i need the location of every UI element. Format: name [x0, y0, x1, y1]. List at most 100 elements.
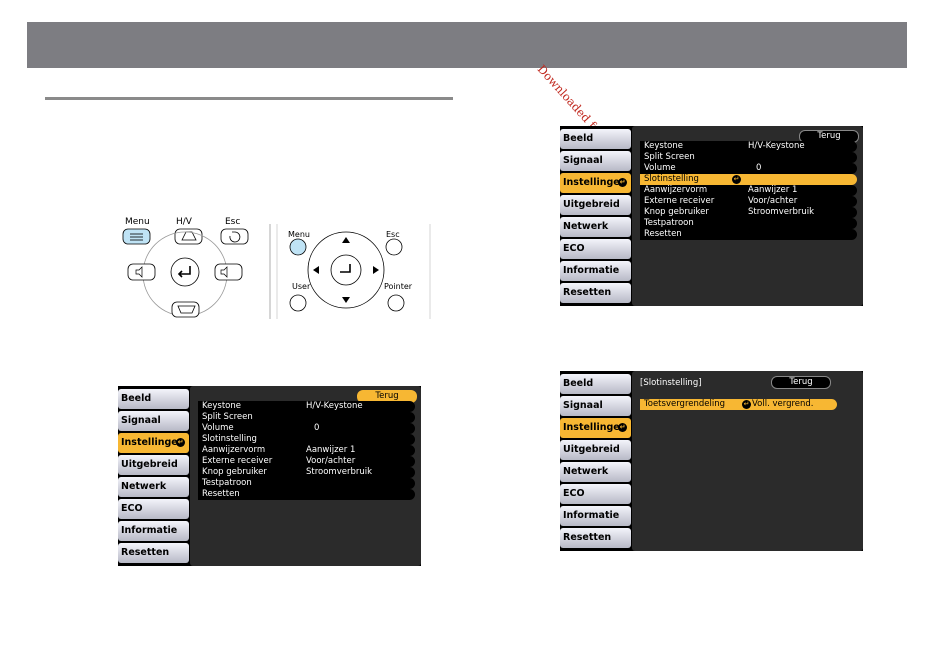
- row-label: Volume: [202, 423, 234, 433]
- tab-netwerk[interactable]: Netwerk: [560, 217, 631, 237]
- volume-down-button-icon: [127, 263, 156, 281]
- enter-icon: ↵: [732, 175, 741, 184]
- menu-button-icon: [122, 228, 151, 245]
- label-menu: Menu: [125, 217, 150, 227]
- tab-label: Netwerk: [563, 466, 609, 477]
- menu-content: [Slotinstelling] Terug Toetsvergrendeling ↵…: [632, 371, 863, 551]
- dpad-inner: [330, 254, 362, 286]
- user-button-icon: [289, 294, 307, 312]
- label-esc: Esc: [225, 217, 240, 227]
- label-user: User: [292, 282, 311, 291]
- menu-row[interactable]: Keystone H/V-Keystone: [640, 141, 857, 152]
- row-label: Keystone: [202, 401, 241, 411]
- tab-signaal[interactable]: Signaal: [560, 151, 631, 171]
- row-value: Stroomverbruik: [748, 207, 815, 217]
- tab-label: Uitgebreid: [563, 199, 620, 210]
- row-label: Toetsvergrendeling: [644, 399, 725, 409]
- menu-content: Terug Keystone H/V-Keystone Split Screen Vol…: [632, 126, 863, 306]
- tab-uitgebreid[interactable]: Uitgebreid: [560, 195, 631, 215]
- tab-label: Uitgebreid: [121, 459, 178, 470]
- row-label: Resetten: [644, 229, 682, 239]
- tab-informatie[interactable]: Informatie: [560, 506, 631, 526]
- tab-uitgebreid[interactable]: Uitgebreid: [118, 455, 189, 475]
- remote-illustration: Menu H/V Esc Menu Esc User Pointer: [122, 217, 431, 319]
- menu-row[interactable]: Knop gebruiker Stroomverbruik: [640, 207, 857, 218]
- tab-resetten[interactable]: Resetten: [560, 283, 631, 303]
- tab-label: Beeld: [563, 133, 594, 144]
- enter-icon: ↵: [742, 400, 751, 409]
- row-value: 0: [756, 163, 762, 173]
- tab-label: Resetten: [563, 532, 612, 543]
- menu-row[interactable]: Split Screen: [198, 412, 415, 423]
- row-label: Testpatroon: [202, 478, 252, 488]
- menu-row[interactable]: Slotinstelling ↵: [640, 174, 857, 185]
- tab-label: Instellingen: [121, 437, 185, 448]
- tab-label: Signaal: [563, 155, 603, 166]
- row-value: Aanwijzer 1: [306, 445, 356, 455]
- tab-label: ECO: [121, 503, 143, 514]
- menu-row[interactable]: Volume 0: [640, 163, 857, 174]
- menu-row[interactable]: Split Screen: [640, 152, 857, 163]
- tab-netwerk[interactable]: Netwerk: [560, 462, 631, 482]
- tab-resetten[interactable]: Resetten: [560, 528, 631, 548]
- row-label: Testpatroon: [644, 218, 694, 228]
- header-bar: [27, 22, 907, 68]
- tab-label: Uitgebreid: [563, 444, 620, 455]
- row-label: Externe receiver: [644, 196, 715, 206]
- menu-row[interactable]: Volume 0: [198, 423, 415, 434]
- tab-instellingen[interactable]: Instellingen ↵: [560, 173, 631, 193]
- tab-label: Netwerk: [563, 221, 609, 232]
- label-menu-2: Menu: [288, 230, 310, 239]
- menu-row[interactable]: Externe receiver Voor/achter: [640, 196, 857, 207]
- volume-up-button-icon: [214, 263, 243, 281]
- menu-row[interactable]: Slotinstelling: [198, 434, 415, 445]
- row-value: Aanwijzer 1: [748, 185, 798, 195]
- key-lock-row[interactable]: Toetsvergrendeling ↵ Voll. vergrend.: [640, 399, 837, 410]
- tab-eco[interactable]: ECO: [118, 499, 189, 519]
- menu-row[interactable]: Resetten: [198, 489, 415, 500]
- menu-row[interactable]: Externe receiver Voor/achter: [198, 456, 415, 467]
- tab-label: Resetten: [121, 547, 170, 558]
- tab-informatie[interactable]: Informatie: [118, 521, 189, 541]
- tab-netwerk[interactable]: Netwerk: [118, 477, 189, 497]
- enter-icon: ↵: [618, 423, 627, 432]
- label-hv: H/V: [176, 217, 193, 227]
- row-label: Aanwijzervorm: [202, 445, 266, 455]
- label-esc-2: Esc: [386, 230, 400, 239]
- tab-instellingen[interactable]: Instellingen ↵: [118, 433, 189, 453]
- row-value: Voor/achter: [748, 196, 798, 206]
- tab-eco[interactable]: ECO: [560, 484, 631, 504]
- tab-beeld[interactable]: Beeld: [560, 129, 631, 149]
- tab-label: Instellingen: [563, 177, 627, 188]
- tab-beeld[interactable]: Beeld: [560, 374, 631, 394]
- row-value: Stroomverbruik: [306, 467, 373, 477]
- tab-label: Informatie: [563, 510, 620, 521]
- menu-row[interactable]: Testpatroon: [198, 478, 415, 489]
- tab-informatie[interactable]: Informatie: [560, 261, 631, 281]
- tab-label: ECO: [563, 488, 585, 499]
- row-value: 0: [314, 423, 320, 433]
- menu-row[interactable]: Knop gebruiker Stroomverbruik: [198, 467, 415, 478]
- tab-beeld[interactable]: Beeld: [118, 389, 189, 409]
- tab-signaal[interactable]: Signaal: [118, 411, 189, 431]
- tab-uitgebreid[interactable]: Uitgebreid: [560, 440, 631, 460]
- menu-row[interactable]: Resetten: [640, 229, 857, 240]
- menu-row[interactable]: Testpatroon: [640, 218, 857, 229]
- esc-button-2-icon: [385, 238, 403, 256]
- row-label: Split Screen: [202, 412, 253, 422]
- menu-row[interactable]: Keystone H/V-Keystone: [198, 401, 415, 412]
- row-label: Resetten: [202, 489, 240, 499]
- tab-eco[interactable]: ECO: [560, 239, 631, 259]
- row-label: Knop gebruiker: [644, 207, 709, 217]
- menu-row[interactable]: Aanwijzervorm Aanwijzer 1: [640, 185, 857, 196]
- tab-label: Signaal: [563, 400, 603, 411]
- menu-row[interactable]: Aanwijzervorm Aanwijzer 1: [198, 445, 415, 456]
- row-label: Slotinstelling: [202, 434, 257, 444]
- back-button[interactable]: Terug: [771, 376, 831, 389]
- row-label: Aanwijzervorm: [644, 185, 708, 195]
- row-label: Slotinstelling: [644, 174, 699, 184]
- tab-signaal[interactable]: Signaal: [560, 396, 631, 416]
- tab-instellingen[interactable]: Instellingen ↵: [560, 418, 631, 438]
- tab-label: Instellingen: [563, 422, 627, 433]
- tab-resetten[interactable]: Resetten: [118, 543, 189, 563]
